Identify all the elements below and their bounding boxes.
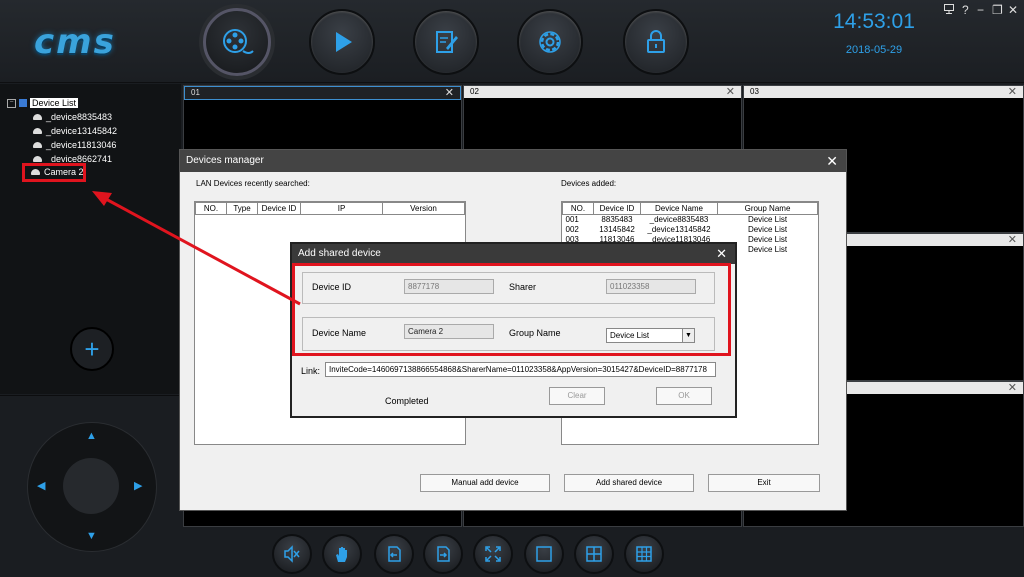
annotation-arrow xyxy=(92,191,301,306)
